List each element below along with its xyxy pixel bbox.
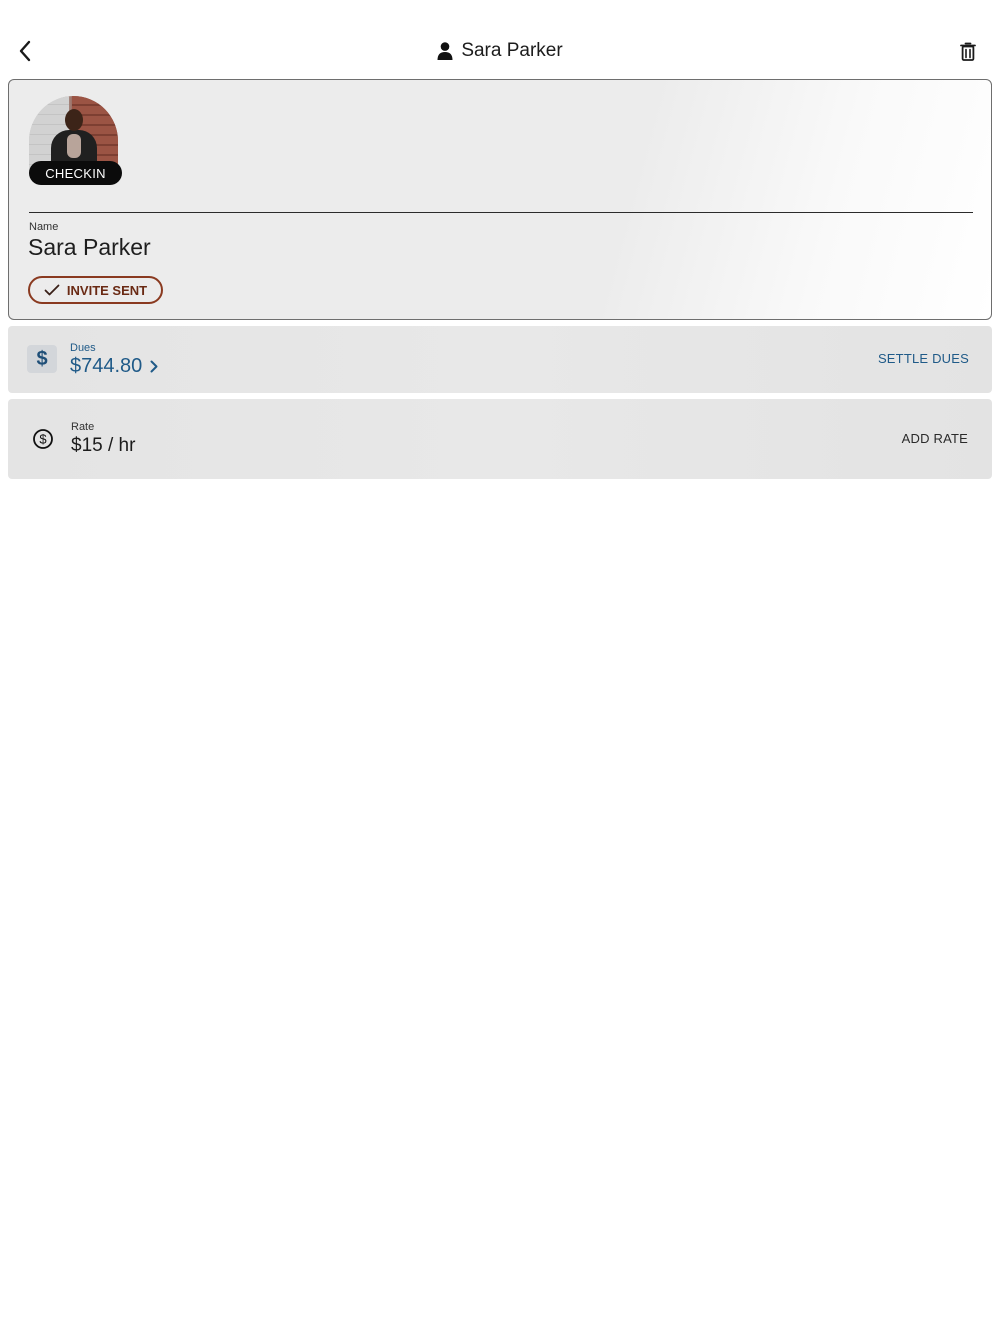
- settle-dues-button[interactable]: SETTLE DUES: [878, 351, 969, 366]
- chevron-right-icon: [150, 360, 158, 373]
- divider: [29, 212, 973, 213]
- rate-value: $15 / hr: [71, 435, 136, 456]
- page-title: Sara Parker: [461, 40, 563, 61]
- profile-card: CHECKIN Name Sara Parker INVITE SENT: [8, 79, 992, 320]
- page-title-group: Sara Parker: [0, 38, 1000, 64]
- person-icon: [437, 42, 453, 60]
- dues-label: Dues: [70, 342, 96, 354]
- rate-card: $ Rate $15 / hr ADD RATE: [8, 399, 992, 479]
- check-icon: [44, 284, 60, 296]
- dollar-icon: $: [27, 345, 57, 373]
- invite-sent-label: INVITE SENT: [66, 282, 148, 298]
- name-label: Name: [29, 221, 59, 233]
- avatar-figure-head: [65, 109, 83, 131]
- dollar-circle-icon: $: [33, 429, 53, 449]
- dues-value-link[interactable]: $744.80: [70, 355, 158, 378]
- top-bar: Sara Parker: [0, 0, 1000, 80]
- delete-button[interactable]: [956, 38, 980, 64]
- rate-label: Rate: [71, 421, 95, 433]
- trash-icon: [960, 42, 976, 61]
- dues-card: $ Dues $744.80 SETTLE DUES: [8, 326, 992, 393]
- dues-value: $744.80: [70, 355, 143, 377]
- avatar-figure-scarf: [67, 134, 81, 158]
- svg-text:$: $: [39, 432, 47, 447]
- checkin-button[interactable]: CHECKIN: [29, 161, 122, 185]
- invite-sent-button[interactable]: INVITE SENT: [28, 276, 163, 304]
- name-value: Sara Parker: [28, 234, 151, 260]
- add-rate-button[interactable]: ADD RATE: [902, 431, 968, 446]
